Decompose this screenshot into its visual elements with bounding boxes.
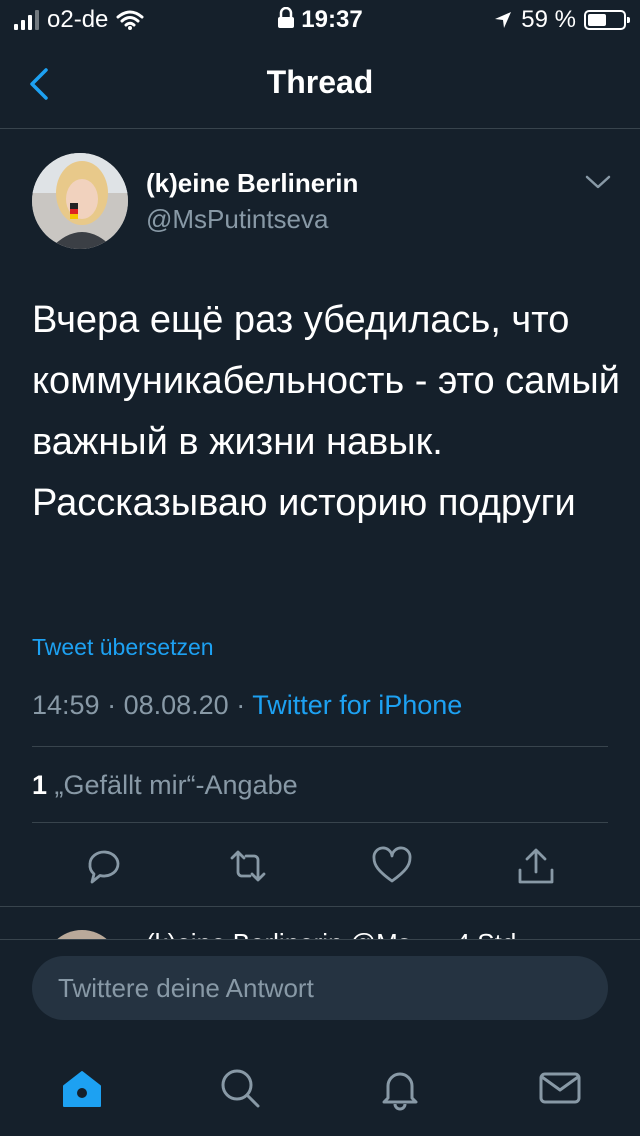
tweet-date: 08.08.20: [123, 690, 229, 720]
avatar[interactable]: [32, 153, 128, 249]
battery-icon: [584, 10, 630, 30]
divider: [0, 906, 640, 907]
reply-bar: [32, 956, 608, 1020]
meta-separator: ·: [236, 690, 253, 720]
share-icon[interactable]: [514, 844, 558, 888]
meta-separator: ·: [107, 690, 124, 720]
notifications-bell-icon[interactable]: [376, 1064, 424, 1112]
like-count: 1: [32, 770, 48, 800]
status-right: 59 %: [493, 6, 630, 34]
tweet-meta: 14:59 · 08.08.20 · Twitter for iPhone: [32, 690, 462, 721]
divider: [0, 939, 640, 940]
location-arrow-icon: [495, 12, 512, 28]
tab-bar: [0, 1040, 640, 1136]
home-icon[interactable]: [58, 1064, 106, 1112]
chevron-down-icon[interactable]: [584, 172, 612, 192]
search-icon[interactable]: [216, 1064, 264, 1112]
author-handle[interactable]: @MsPutintseva: [146, 204, 328, 235]
avatar-photo: [32, 153, 128, 249]
author-name[interactable]: (k)eine Berlinerin: [146, 168, 358, 199]
tweet-source-link[interactable]: Twitter for iPhone: [252, 690, 462, 720]
status-bar: o2-de 19:37 59 %: [0, 0, 640, 40]
reply-icon[interactable]: [82, 844, 126, 888]
lock-icon: [278, 6, 295, 28]
divider: [32, 746, 608, 747]
tweet-text: Вчера ещё раз убедилась, что коммуникабе…: [32, 299, 620, 524]
like-heart-icon[interactable]: [370, 844, 414, 888]
messages-envelope-icon[interactable]: [536, 1064, 584, 1112]
page-title: Thread: [266, 64, 374, 100]
retweet-icon[interactable]: [226, 844, 270, 888]
tweet-time: 14:59: [32, 690, 100, 720]
nav-bar: Thread: [0, 40, 640, 129]
reply-input[interactable]: [32, 956, 608, 1020]
likes-summary[interactable]: 1 „Gefällt mir“-Angabe: [32, 770, 298, 801]
translate-link[interactable]: Tweet übersetzen: [32, 634, 214, 661]
battery-level-fill: [588, 14, 606, 26]
like-label: „Gefällt mir“-Angabe: [54, 770, 298, 800]
next-tweet-peek[interactable]: (k)eine Berlinerin @Ms... · 4 Std.: [0, 910, 640, 940]
battery-percent: 59 %: [521, 6, 576, 33]
clock: 19:37: [301, 6, 363, 33]
divider: [32, 822, 608, 823]
